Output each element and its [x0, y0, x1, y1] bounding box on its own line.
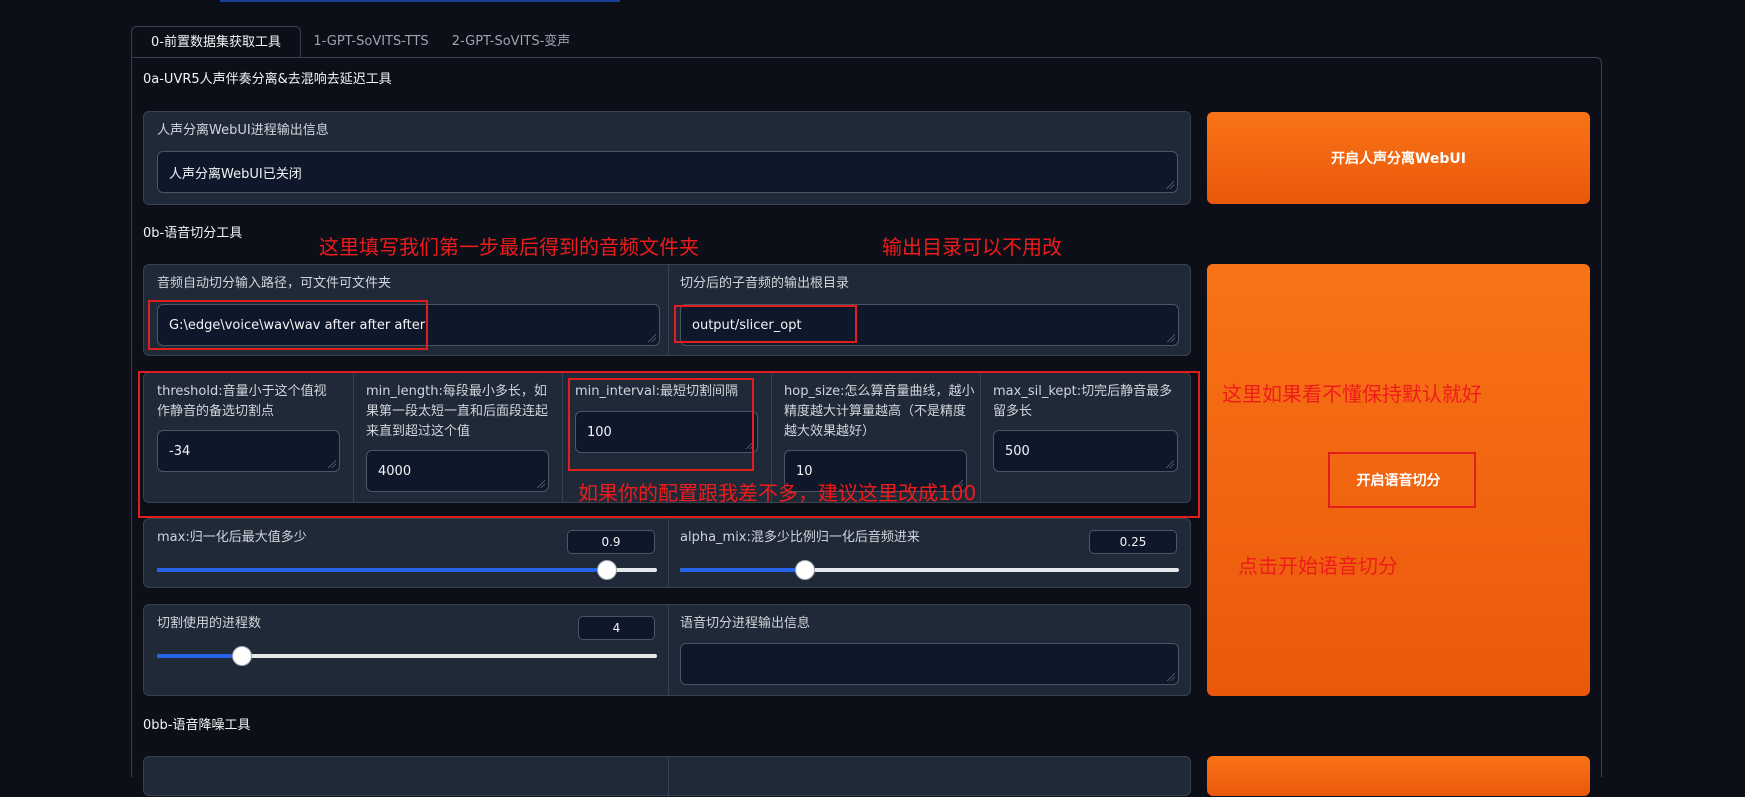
slicer-section-title: 0b-语音切分工具 [143, 226, 243, 241]
highlight-start-slicer [1328, 452, 1476, 508]
denoise-block [143, 756, 1191, 797]
tab-tts[interactable]: 1-GPT-SoVITS-TTS [301, 26, 441, 58]
slicer-log-label: 语音切分进程输出信息 [680, 616, 811, 631]
input-path-label: 音频自动切分输入路径，可文件可文件夹 [157, 276, 392, 291]
normalize-sliders-block: max:归一化后最大值多少 0.9 alpha_mix:混多少比例归一化后音频进… [143, 518, 1191, 588]
alpha-mix-slider[interactable] [680, 560, 1179, 580]
denoise-button[interactable] [1207, 756, 1590, 796]
denoise-section-title: 0bb-语音降噪工具 [143, 718, 251, 733]
resize-grip-icon[interactable] [648, 334, 656, 342]
annotation-params-hint: 这里如果看不懂保持默认就好 [1222, 382, 1482, 406]
resize-grip-icon[interactable] [1167, 334, 1175, 342]
column-divider [668, 265, 669, 355]
max-number-input[interactable]: 0.9 [567, 530, 655, 554]
n-process-number-input[interactable]: 4 [578, 616, 655, 640]
open-uvr-webui-button[interactable]: 开启人声分离WebUI [1207, 112, 1590, 204]
highlight-input-path [148, 300, 428, 350]
uvr-info-label: 人声分离WebUI进程输出信息 [157, 123, 329, 138]
annotation-click-hint: 点击开始语音切分 [1238, 554, 1398, 578]
alpha-mix-number-input[interactable]: 0.25 [1089, 530, 1177, 554]
column-divider [668, 757, 669, 797]
slider-thumb[interactable] [597, 560, 617, 580]
n-process-label: 切割使用的进程数 [157, 616, 262, 631]
alpha-mix-label: alpha_mix:混多少比例归一化后音频进来 [680, 530, 920, 545]
slider-thumb[interactable] [232, 646, 252, 666]
uvr-info-block: 人声分离WebUI进程输出信息 人声分离WebUI已关闭 [143, 111, 1191, 205]
tab-dataset-tools[interactable]: 0-前置数据集获取工具 [131, 26, 301, 58]
uvr-section-title: 0a-UVR5人声伴奏分离&去混响去延迟工具 [143, 72, 392, 87]
resize-grip-icon[interactable] [1166, 181, 1174, 189]
n-process-slider[interactable] [157, 646, 657, 666]
column-divider [668, 605, 669, 695]
column-divider [668, 519, 669, 587]
tab-bar: 0-前置数据集获取工具 1-GPT-SoVITS-TTS 2-GPT-SoVIT… [131, 26, 731, 58]
max-slider[interactable] [157, 560, 657, 580]
annotation-input-hint: 这里填写我们第一步最后得到的音频文件夹 [319, 235, 699, 259]
process-block: 切割使用的进程数 4 语音切分进程输出信息 [143, 604, 1191, 696]
annotation-output-hint: 输出目录可以不用改 [882, 235, 1062, 259]
slicer-log-output[interactable] [680, 643, 1179, 685]
uvr-info-value: 人声分离WebUI已关闭 [169, 166, 302, 182]
max-label: max:归一化后最大值多少 [157, 530, 307, 545]
highlight-min-interval [568, 378, 754, 471]
output-dir-label: 切分后的子音频的输出根目录 [680, 276, 850, 291]
uvr-info-output[interactable]: 人声分离WebUI已关闭 [157, 151, 1178, 193]
highlight-output-dir [674, 305, 857, 343]
top-link-underline [220, 0, 620, 2]
resize-grip-icon[interactable] [1167, 673, 1175, 681]
slider-thumb[interactable] [794, 560, 815, 580]
tab-voice-change[interactable]: 2-GPT-SoVITS-变声 [441, 26, 581, 58]
